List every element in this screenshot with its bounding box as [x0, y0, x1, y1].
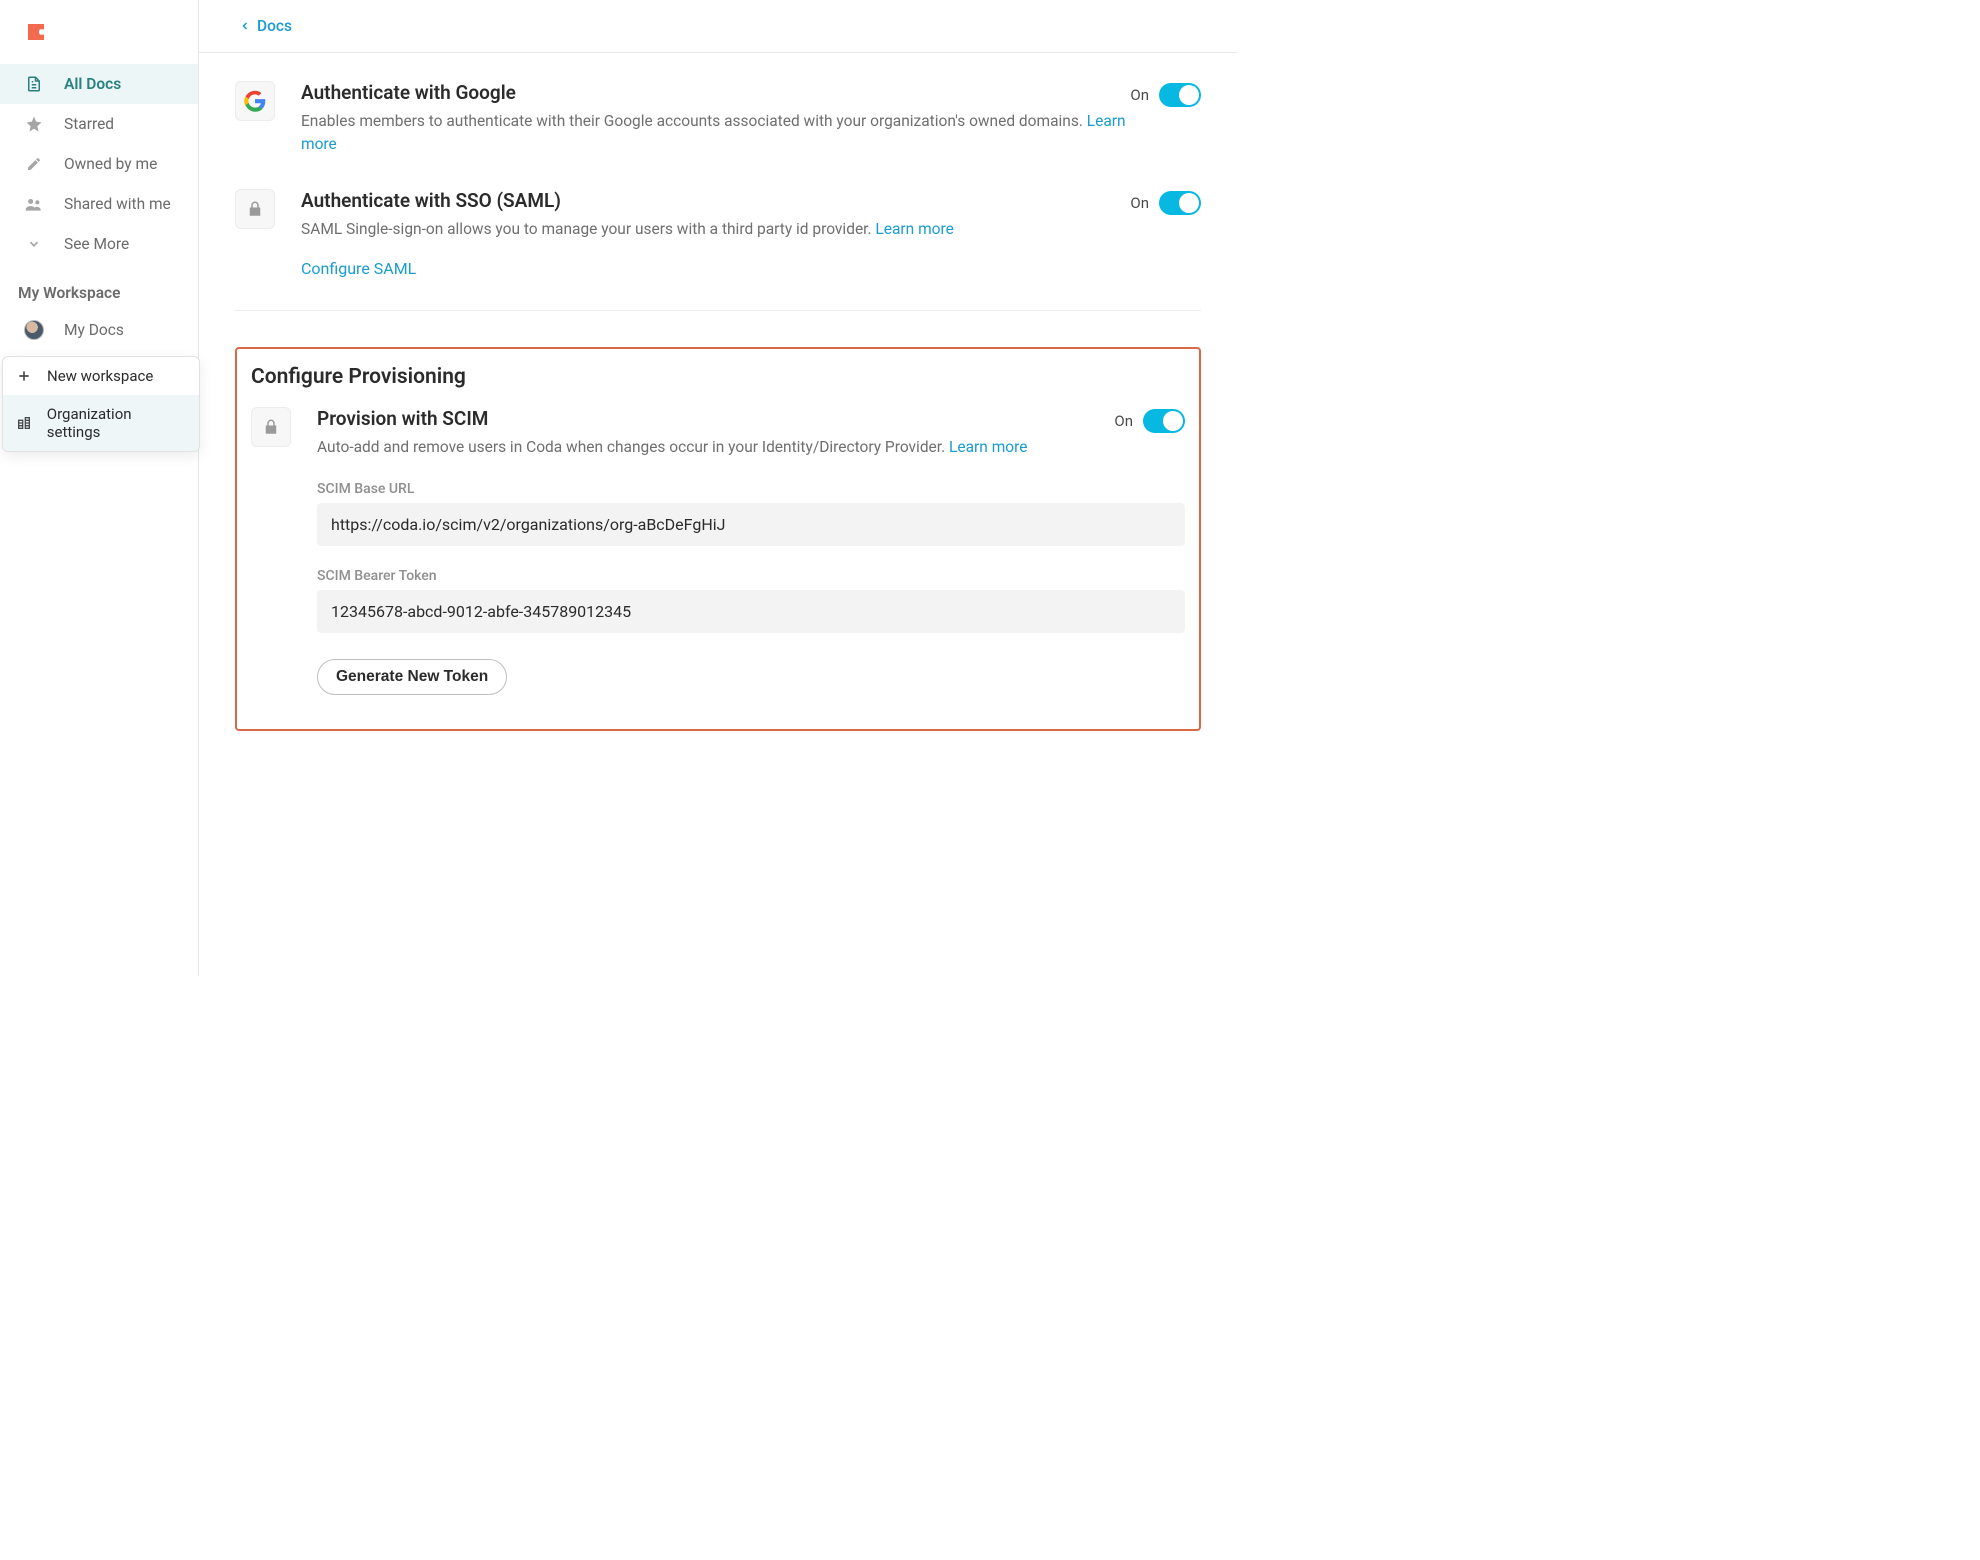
field-label: SCIM Base URL [317, 481, 1185, 497]
configure-saml-link[interactable]: Configure SAML [301, 259, 416, 278]
field-label: SCIM Bearer Token [317, 568, 1185, 584]
learn-more-link[interactable]: Learn more [875, 220, 953, 238]
sidebar-item-label: Owned by me [64, 155, 157, 173]
plus-icon [15, 367, 33, 385]
star-icon [24, 114, 44, 134]
scim-base-url-field[interactable]: https://coda.io/scim/v2/organizations/or… [317, 503, 1185, 546]
workspace-popover: New workspace Organization settings [2, 356, 200, 452]
lock-icon [251, 407, 291, 447]
sidebar-item-see-more[interactable]: See More [0, 224, 198, 264]
toggle-provision-scim[interactable] [1143, 409, 1185, 433]
popover-organization-settings[interactable]: Organization settings [3, 395, 199, 451]
breadcrumb-back[interactable]: Docs [239, 17, 292, 36]
doc-icon [24, 74, 44, 94]
chevron-left-icon [239, 17, 251, 36]
setting-title: Provision with SCIM [317, 407, 1114, 430]
setting-title: Authenticate with Google [301, 81, 1130, 104]
main: Docs Authenticate with Google Enables me… [199, 0, 1237, 975]
sidebar: All Docs Starred Owned by me Shared with… [0, 0, 199, 975]
chevron-down-icon [24, 234, 44, 254]
sidebar-item-starred[interactable]: Starred [0, 104, 198, 144]
toggle-state-label: On [1114, 412, 1133, 430]
toggle-authenticate-google[interactable] [1159, 83, 1201, 107]
lock-icon [235, 189, 275, 229]
popover-item-label: Organization settings [47, 405, 187, 441]
configure-provisioning-section: Configure Provisioning Provision with SC… [235, 347, 1201, 731]
sidebar-item-label: See More [64, 235, 129, 253]
sidebar-item-shared-with-me[interactable]: Shared with me [0, 184, 198, 224]
setting-title: Authenticate with SSO (SAML) [301, 189, 1130, 212]
generate-new-token-button[interactable]: Generate New Token [317, 659, 507, 695]
toggle-state-label: On [1130, 86, 1149, 104]
sidebar-item-label: Shared with me [64, 195, 171, 213]
section-divider [235, 310, 1201, 311]
section-heading: Configure Provisioning [251, 365, 1185, 389]
google-icon [235, 81, 275, 121]
brand-logo[interactable] [0, 14, 198, 64]
scim-bearer-token-field[interactable]: 12345678-abcd-9012-abfe-345789012345 [317, 590, 1185, 633]
sidebar-item-label: All Docs [64, 75, 121, 93]
popover-item-label: New workspace [47, 367, 153, 385]
pencil-icon [24, 154, 44, 174]
sidebar-item-label: My Docs [64, 321, 124, 339]
sidebar-item-my-docs[interactable]: My Docs [0, 310, 198, 350]
setting-authenticate-sso: Authenticate with SSO (SAML) SAML Single… [235, 189, 1201, 310]
coda-logo-icon [24, 20, 48, 44]
avatar [24, 320, 44, 340]
breadcrumb-label: Docs [257, 17, 292, 35]
people-icon [24, 194, 44, 214]
popover-new-workspace[interactable]: New workspace [3, 357, 199, 395]
content: Authenticate with Google Enables members… [199, 53, 1237, 771]
sidebar-item-label: Starred [64, 115, 114, 133]
setting-provision-scim: Provision with SCIM Auto-add and remove … [251, 407, 1185, 695]
setting-authenticate-google: Authenticate with Google Enables members… [235, 81, 1201, 189]
learn-more-link[interactable]: Learn more [949, 438, 1027, 456]
setting-description: Auto-add and remove users in Coda when c… [317, 436, 1114, 459]
topbar: Docs [199, 0, 1237, 53]
sidebar-item-owned-by-me[interactable]: Owned by me [0, 144, 198, 184]
toggle-state-label: On [1130, 194, 1149, 212]
sidebar-item-all-docs[interactable]: All Docs [0, 64, 198, 104]
toggle-authenticate-sso[interactable] [1159, 191, 1201, 215]
setting-description: SAML Single-sign-on allows you to manage… [301, 218, 1130, 241]
building-icon [15, 414, 33, 432]
setting-description: Enables members to authenticate with the… [301, 110, 1130, 157]
sidebar-section-my-workspace: My Workspace [0, 264, 198, 310]
sidebar-nav: All Docs Starred Owned by me Shared with… [0, 64, 198, 264]
